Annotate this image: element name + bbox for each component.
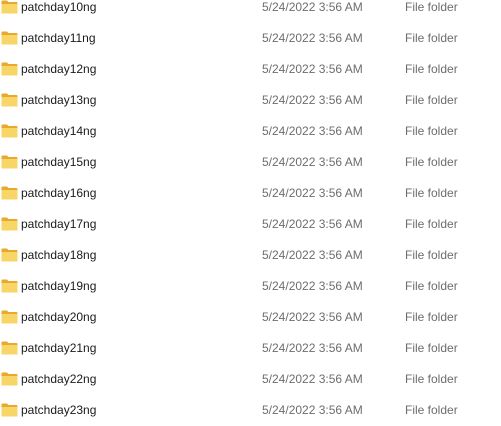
file-row[interactable]: patchday21ng 5/24/2022 3:56 AM File fold… [0, 333, 501, 364]
file-date-modified: 5/24/2022 3:56 AM [262, 31, 363, 45]
folder-icon [1, 62, 18, 76]
file-date-modified: 5/24/2022 3:56 AM [262, 372, 363, 386]
folder-icon [1, 93, 18, 107]
folder-icon [1, 217, 18, 231]
file-name[interactable]: patchday13ng [21, 93, 96, 108]
file-date-modified: 5/24/2022 3:56 AM [262, 279, 363, 293]
file-type: File folder [405, 279, 458, 293]
file-row[interactable]: patchday22ng 5/24/2022 3:56 AM File fold… [0, 364, 501, 395]
folder-icon [1, 186, 18, 200]
file-type: File folder [405, 124, 458, 138]
file-name[interactable]: patchday16ng [21, 186, 96, 201]
file-row[interactable]: patchday17ng 5/24/2022 3:56 AM File fold… [0, 209, 501, 240]
file-row[interactable]: patchday13ng 5/24/2022 3:56 AM File fold… [0, 85, 501, 116]
folder-icon [1, 403, 18, 417]
folder-icon [1, 0, 18, 14]
folder-icon [1, 341, 18, 355]
file-name[interactable]: patchday12ng [21, 62, 96, 77]
file-type: File folder [405, 155, 458, 169]
file-date-modified: 5/24/2022 3:56 AM [262, 124, 363, 138]
file-date-modified: 5/24/2022 3:56 AM [262, 155, 363, 169]
file-type: File folder [405, 0, 458, 14]
file-name[interactable]: patchday17ng [21, 217, 96, 232]
file-type: File folder [405, 93, 458, 107]
file-type: File folder [405, 403, 458, 417]
file-date-modified: 5/24/2022 3:56 AM [262, 217, 363, 231]
file-row[interactable]: patchday14ng 5/24/2022 3:56 AM File fold… [0, 116, 501, 147]
folder-icon [1, 279, 18, 293]
file-name[interactable]: patchday22ng [21, 372, 96, 387]
file-date-modified: 5/24/2022 3:56 AM [262, 341, 363, 355]
folder-icon [1, 155, 18, 169]
file-name[interactable]: patchday11ng [21, 31, 96, 46]
file-type: File folder [405, 217, 458, 231]
folder-icon [1, 310, 18, 324]
file-type: File folder [405, 341, 458, 355]
file-row[interactable]: patchday19ng 5/24/2022 3:56 AM File fold… [0, 271, 501, 302]
file-date-modified: 5/24/2022 3:56 AM [262, 186, 363, 200]
file-row[interactable]: patchday10ng 5/24/2022 3:56 AM File fold… [0, 0, 501, 23]
file-date-modified: 5/24/2022 3:56 AM [262, 248, 363, 262]
file-name[interactable]: patchday23ng [21, 403, 96, 418]
file-row[interactable]: patchday12ng 5/24/2022 3:56 AM File fold… [0, 54, 501, 85]
file-row[interactable]: patchday20ng 5/24/2022 3:56 AM File fold… [0, 302, 501, 333]
file-type: File folder [405, 186, 458, 200]
folder-icon [1, 124, 18, 138]
file-date-modified: 5/24/2022 3:56 AM [262, 403, 363, 417]
file-date-modified: 5/24/2022 3:56 AM [262, 62, 363, 76]
file-name[interactable]: patchday15ng [21, 155, 96, 170]
file-type: File folder [405, 31, 458, 45]
file-date-modified: 5/24/2022 3:56 AM [262, 93, 363, 107]
file-name[interactable]: patchday20ng [21, 310, 96, 325]
file-date-modified: 5/24/2022 3:56 AM [262, 310, 363, 324]
file-row[interactable]: patchday11ng 5/24/2022 3:56 AM File fold… [0, 23, 501, 54]
file-name[interactable]: patchday19ng [21, 279, 96, 294]
file-name[interactable]: patchday21ng [21, 341, 96, 356]
file-name[interactable]: patchday10ng [21, 0, 96, 15]
file-date-modified: 5/24/2022 3:56 AM [262, 0, 363, 14]
file-name[interactable]: patchday18ng [21, 248, 96, 263]
file-type: File folder [405, 310, 458, 324]
folder-icon [1, 31, 18, 45]
file-type: File folder [405, 248, 458, 262]
file-name[interactable]: patchday14ng [21, 124, 96, 139]
file-row[interactable]: patchday16ng 5/24/2022 3:56 AM File fold… [0, 178, 501, 209]
file-row[interactable]: patchday15ng 5/24/2022 3:56 AM File fold… [0, 147, 501, 178]
file-row[interactable]: patchday18ng 5/24/2022 3:56 AM File fold… [0, 240, 501, 271]
folder-icon [1, 372, 18, 386]
file-row[interactable]: patchday23ng 5/24/2022 3:56 AM File fold… [0, 395, 501, 426]
file-type: File folder [405, 372, 458, 386]
file-list: patchday10ng 5/24/2022 3:56 AM File fold… [0, 0, 501, 426]
file-type: File folder [405, 62, 458, 76]
folder-icon [1, 248, 18, 262]
